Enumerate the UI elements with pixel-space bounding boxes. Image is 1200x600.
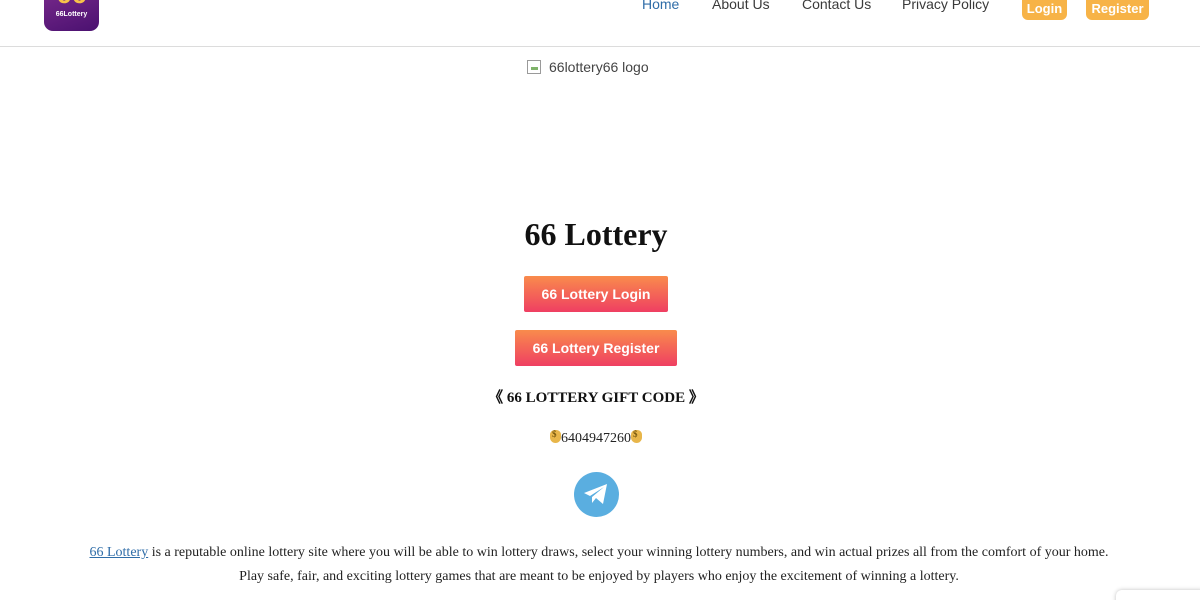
login-button[interactable]: Login bbox=[1022, 0, 1067, 20]
nav-contact-us[interactable]: Contact Us bbox=[802, 0, 871, 12]
telegram-icon[interactable] bbox=[574, 472, 619, 517]
logo-number: 66 bbox=[44, 0, 99, 9]
nav-home[interactable]: Home bbox=[642, 0, 679, 12]
lottery-register-button[interactable]: 66 Lottery Register bbox=[515, 330, 677, 366]
intro-paragraph: 66 Lottery is a reputable online lottery… bbox=[79, 541, 1119, 589]
site-header: 66 66Lottery Home About Us Contact Us Pr… bbox=[0, 0, 1200, 47]
register-button[interactable]: Register bbox=[1086, 0, 1149, 20]
logo-image-alt: 66lottery66 logo bbox=[549, 59, 649, 75]
money-bag-icon bbox=[631, 429, 642, 443]
money-bag-icon bbox=[550, 429, 561, 443]
intro-link[interactable]: 66 Lottery bbox=[89, 545, 148, 560]
gift-code-title: 《 66 LOTTERY GIFT CODE 》 bbox=[488, 390, 704, 406]
logo-image: 66lottery66 logo bbox=[527, 59, 649, 75]
page-title: 66 Lottery bbox=[524, 216, 668, 252]
nav-privacy-policy[interactable]: Privacy Policy bbox=[902, 0, 989, 12]
gift-code-value: 6404947260 bbox=[561, 431, 631, 446]
logo-text: 66Lottery bbox=[55, 11, 88, 18]
gift-code-line: 6404947260 bbox=[0, 429, 1192, 447]
broken-image-icon bbox=[527, 60, 541, 74]
site-logo[interactable]: 66 66Lottery bbox=[44, 0, 99, 31]
lottery-login-button[interactable]: 66 Lottery Login bbox=[524, 276, 668, 312]
intro-text: is a reputable online lottery site where… bbox=[148, 545, 1109, 584]
corner-widget[interactable] bbox=[1116, 590, 1200, 600]
nav-about-us[interactable]: About Us bbox=[712, 0, 770, 12]
